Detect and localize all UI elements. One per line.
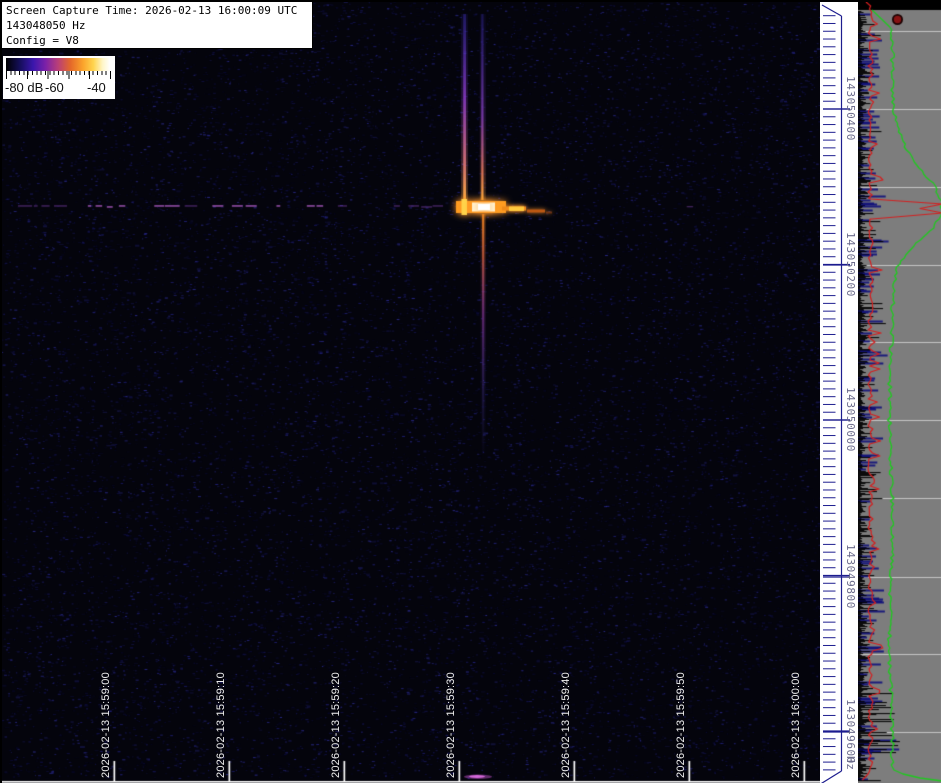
capture-info-overlay: Screen Capture Time: 2026-02-13 16:00:09… (2, 2, 313, 49)
spectrogram-waterfall[interactable] (2, 2, 820, 783)
colorbar-labels: -80 dB -60 -40 (3, 80, 115, 96)
capture-time-text: Screen Capture Time: 2026-02-13 16:00:09… (6, 4, 298, 17)
colorbar: -80 dB -60 -40 (3, 56, 115, 99)
spectrum-panel[interactable] (858, 2, 941, 783)
time-axis-label: 2026-02-13 15:59:40 (560, 672, 572, 778)
app-window: 2026-02-13 15:59:00 2026-02-13 15:59:10 20… (0, 0, 941, 783)
time-axis-label: 2026-02-13 15:59:00 (100, 672, 112, 778)
center-frequency-text: 143048050 Hz (6, 19, 86, 32)
frequency-axis-label: 143050200 (844, 232, 857, 298)
time-axis-label: 2026-02-13 15:59:10 (215, 672, 227, 778)
colorbar-label: -40 (87, 80, 106, 95)
time-axis-label: 2026-02-13 15:59:50 (675, 672, 687, 778)
config-text: Config = V8 (6, 34, 79, 47)
frequency-axis-label: 143050400 (844, 76, 857, 142)
colorbar-gradient (6, 58, 110, 71)
colorbar-minor-ticks (6, 71, 110, 75)
time-axis-label: 2026-02-13 16:00:00 (790, 672, 802, 778)
colorbar-label: -80 dB (5, 80, 44, 95)
frequency-axis-label: 143050000 (844, 387, 857, 453)
colorbar-label: -60 (45, 80, 64, 95)
frequency-axis-label: 143049800 (844, 544, 857, 610)
time-axis-label: 2026-02-13 15:59:30 (445, 672, 457, 778)
frequency-axis-label: 143049600 (844, 699, 857, 765)
time-axis-label: 2026-02-13 15:59:20 (330, 672, 342, 778)
frequency-unit-label: Hz (844, 756, 857, 771)
